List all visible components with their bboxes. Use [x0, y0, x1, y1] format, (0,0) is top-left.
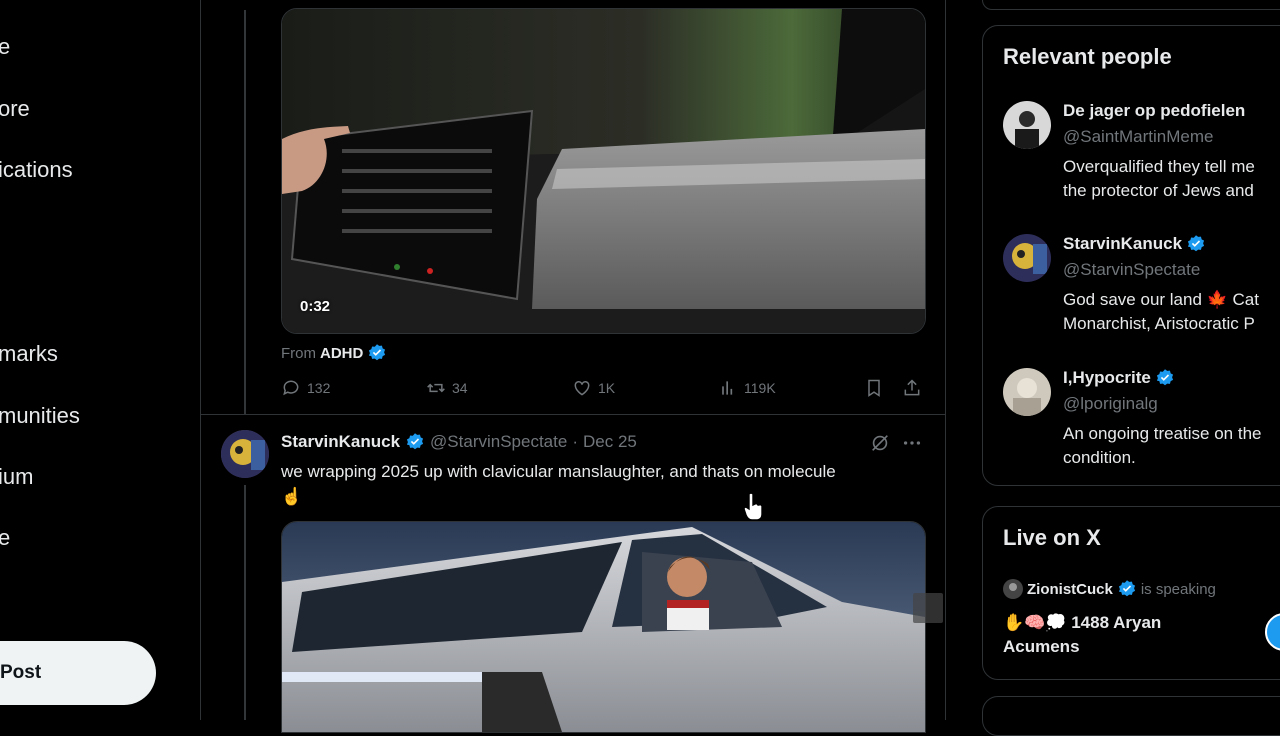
community-link[interactable]: ADHD	[320, 345, 363, 362]
avatar[interactable]	[1003, 101, 1051, 149]
community-source: From ADHD	[281, 343, 387, 363]
verified-icon	[1118, 580, 1135, 597]
person-name-text: De jager op pedofielen	[1063, 101, 1246, 120]
views-count: 119K	[744, 380, 776, 396]
main-timeline: 0:32 From ADHD 132 34 1K 119K StarvinKan…	[200, 0, 946, 733]
video-player[interactable]: 0:32	[281, 8, 926, 334]
post-actions: 132 34 1K 119K	[281, 378, 924, 402]
nav-item-communities[interactable]: munities	[0, 403, 80, 429]
from-prefix: From	[281, 344, 316, 362]
bio-line: An ongoing treatise on the	[1063, 424, 1262, 443]
nav-item-premium[interactable]: ium	[0, 464, 33, 490]
post-button[interactable]: Post	[0, 641, 156, 705]
bio-line: the protector of Jews and	[1063, 181, 1254, 200]
person-handle: @SaintMartinMeme	[1063, 127, 1214, 146]
cybertruck-image	[282, 522, 925, 732]
reply-icon	[283, 380, 299, 396]
panel-title: Relevant people	[1003, 44, 1172, 69]
relevant-people-panel: Relevant people De jager op pedofielen @…	[982, 25, 1280, 486]
repost-count: 34	[452, 380, 468, 396]
person-bio: God save our land 🍁 Cat Monarchist, Arist…	[1063, 288, 1259, 336]
video-duration: 0:32	[300, 298, 331, 315]
person-name[interactable]: StarvinKanuck	[1063, 234, 1206, 254]
avatar-image	[1003, 368, 1051, 416]
live-host[interactable]: ZionistCuck is speaking	[1003, 579, 1216, 599]
like-button[interactable]: 1K	[572, 378, 615, 398]
avatar-image	[1003, 234, 1051, 282]
bio-line: Monarchist, Aristocratic P	[1063, 314, 1255, 333]
hand-cursor-icon	[743, 492, 763, 521]
verified-icon	[1187, 235, 1205, 252]
live-on-x-panel: Live on X ZionistCuck is speaking ✋🧠💭 14…	[982, 506, 1280, 680]
nav-item-notifications[interactable]: ications	[0, 157, 73, 183]
views-icon	[722, 381, 733, 395]
thread-line	[244, 10, 246, 415]
nav-item-bookmarks[interactable]: marks	[0, 341, 58, 367]
left-nav: e ore ications marks munities ium e Post	[0, 0, 200, 720]
thread-line	[244, 485, 246, 720]
person-handle: @StarvinSpectate	[1063, 260, 1201, 279]
whats-happening-panel	[982, 696, 1280, 736]
grok-icon[interactable]	[869, 432, 891, 454]
like-count: 1K	[598, 380, 616, 396]
video-frame	[282, 9, 925, 333]
bio-line: God save our land 🍁 Cat	[1063, 290, 1259, 309]
person-name[interactable]: I,Hypocrite	[1063, 368, 1175, 388]
share-icon	[904, 379, 920, 396]
share-button[interactable]	[902, 378, 922, 398]
reply-count: 132	[307, 380, 331, 396]
bookmark-button[interactable]	[864, 378, 884, 398]
live-status: is speaking	[1140, 580, 1216, 598]
tweet-author-handle[interactable]: @StarvinSpectate	[430, 432, 567, 452]
verified-icon	[369, 344, 386, 361]
person-bio: An ongoing treatise on the condition.	[1063, 422, 1261, 470]
person-handle: @lporiginalg	[1063, 394, 1158, 413]
panel-title: Live on X	[1003, 525, 1101, 550]
nav-item-home[interactable]: e	[0, 34, 10, 60]
repost-icon	[427, 383, 445, 393]
tweet-header: StarvinKanuck @StarvinSpectate · Dec 25	[281, 432, 637, 452]
repost-button[interactable]: 34	[426, 378, 468, 398]
person-name[interactable]: De jager op pedofielen	[1063, 101, 1245, 121]
live-host-name: ZionistCuck	[1027, 580, 1113, 598]
post-button-label: Post	[0, 662, 42, 683]
more-icon[interactable]	[901, 432, 923, 454]
person-name-text: StarvinKanuck	[1063, 234, 1183, 253]
nav-item-explore[interactable]: ore	[0, 96, 30, 122]
tweet-body: we wrapping 2025 up with clavicular mans…	[281, 462, 836, 481]
space-avatar[interactable]	[1265, 613, 1280, 651]
views-button[interactable]: 119K	[718, 378, 776, 398]
avatar[interactable]	[1003, 368, 1051, 416]
bio-line: condition.	[1063, 448, 1136, 467]
image-thumbnail[interactable]	[913, 593, 943, 623]
avatar	[1003, 579, 1023, 599]
space-title[interactable]: ✋🧠💭 1488 Aryan Acumens	[1003, 611, 1233, 659]
tweet-date[interactable]: Dec 25	[583, 432, 637, 452]
tweet-text: we wrapping 2025 up with clavicular mans…	[281, 459, 921, 509]
reply-button[interactable]: 132	[281, 378, 330, 398]
avatar-image	[1003, 101, 1051, 149]
verified-icon	[406, 433, 424, 450]
person-bio: Overqualified they tell me the protector …	[1063, 155, 1255, 203]
panel-top-edge	[982, 0, 1280, 10]
dot-separator: ·	[572, 432, 578, 451]
tweet-image[interactable]	[281, 521, 926, 733]
bookmark-icon	[868, 379, 880, 397]
avatar-image	[221, 430, 269, 478]
bio-line: Overqualified they tell me	[1063, 157, 1255, 176]
avatar[interactable]	[221, 430, 269, 478]
right-sidebar: Relevant people De jager op pedofielen @…	[982, 0, 1280, 736]
avatar[interactable]	[1003, 234, 1051, 282]
tweet-emoji: ☝️	[281, 487, 303, 506]
heart-icon	[574, 380, 590, 396]
verified-icon	[1156, 369, 1173, 386]
tweet-author-name[interactable]: StarvinKanuck	[281, 432, 400, 452]
divider	[201, 414, 945, 415]
nav-item-profile[interactable]: e	[0, 525, 10, 551]
person-name-text: I,Hypocrite	[1063, 368, 1151, 387]
